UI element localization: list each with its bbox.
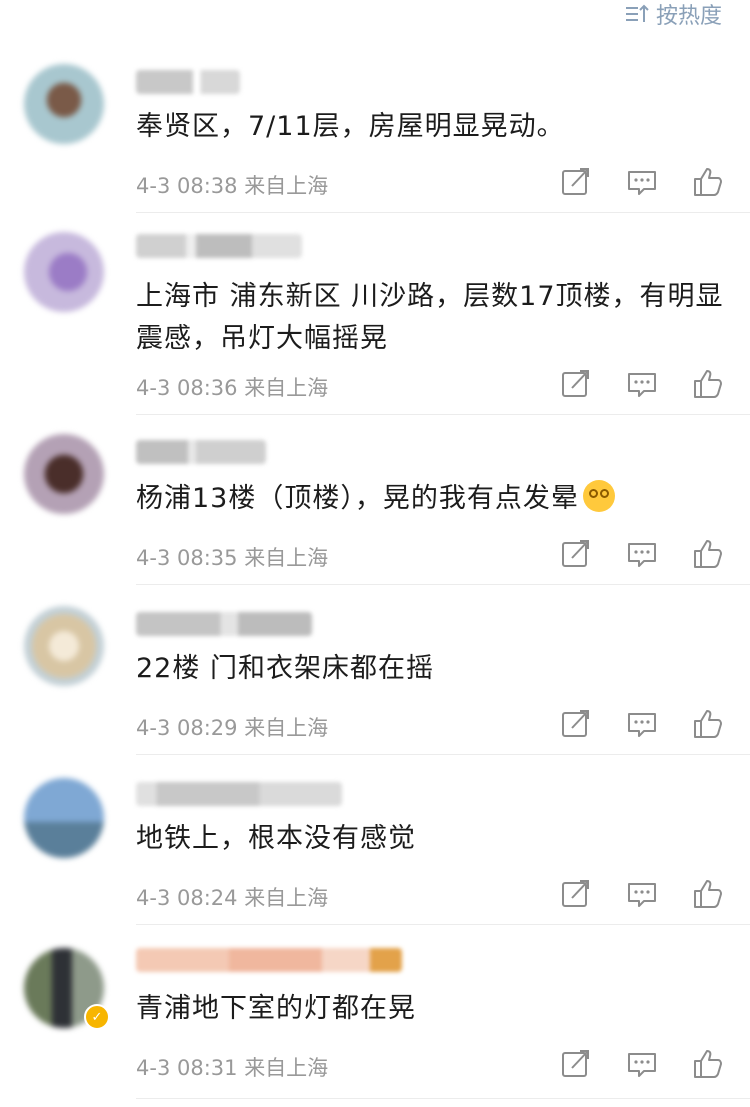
comment-text: 22楼 门和衣架床都在摇 (136, 653, 434, 684)
reply-icon[interactable] (624, 1046, 660, 1082)
username-blurred[interactable] (136, 440, 266, 464)
comment-actions (558, 876, 726, 912)
comment-meta: 4-3 08:38 来自上海 (136, 170, 328, 200)
divider (136, 924, 750, 925)
share-icon[interactable] (558, 876, 594, 912)
dizzy-face-emoji (582, 480, 615, 512)
reply-icon[interactable] (624, 164, 660, 200)
comment-time: 4-3 08:35 (136, 546, 238, 570)
reply-icon[interactable] (624, 876, 660, 912)
comment-actions (558, 536, 726, 572)
username-blurred[interactable] (136, 782, 342, 806)
like-icon[interactable] (690, 164, 726, 200)
share-icon[interactable] (558, 1046, 594, 1082)
comment-time: 4-3 08:38 (136, 174, 238, 198)
comment-meta: 4-3 08:29 来自上海 (136, 712, 328, 742)
comment-text: 杨浦13楼（顶楼），晃的我有点发晕 (136, 478, 726, 520)
comment-text: 奉贤区，7/11层，房屋明显晃动。 (136, 111, 565, 142)
comment-text: 地铁上，根本没有感觉 (136, 823, 416, 854)
reply-icon[interactable] (624, 536, 660, 572)
verified-badge-icon: ✓ (84, 1004, 110, 1030)
sort-label: 按热度 (655, 4, 722, 29)
like-icon[interactable] (690, 536, 726, 572)
username-blurred[interactable] (136, 234, 302, 258)
username-blurred[interactable] (136, 70, 240, 94)
sort-icon (625, 4, 649, 22)
comment-actions (558, 1046, 726, 1082)
avatar[interactable] (24, 434, 104, 514)
divider (136, 414, 750, 415)
comment-time: 4-3 08:36 (136, 376, 238, 400)
divider (136, 212, 750, 213)
comment-location: 来自上海 (244, 376, 329, 400)
like-icon[interactable] (690, 1046, 726, 1082)
comment-actions (558, 366, 726, 402)
comment-time: 4-3 08:24 (136, 886, 238, 910)
like-icon[interactable] (690, 706, 726, 742)
avatar[interactable] (24, 232, 104, 312)
reply-icon[interactable] (624, 366, 660, 402)
avatar[interactable] (24, 64, 104, 144)
sort-by-hot-button[interactable]: 按热度 (624, 0, 722, 29)
share-icon[interactable] (558, 536, 594, 572)
share-icon[interactable] (558, 706, 594, 742)
comment-meta: 4-3 08:24 来自上海 (136, 882, 328, 912)
comment-location: 来自上海 (244, 1056, 329, 1080)
comment-location: 来自上海 (244, 174, 329, 198)
share-icon[interactable] (558, 366, 594, 402)
like-icon[interactable] (690, 876, 726, 912)
comment-text-content: 杨浦13楼（顶楼），晃的我有点发晕 (136, 483, 579, 514)
share-icon[interactable] (558, 164, 594, 200)
divider (136, 584, 750, 585)
comment-actions (558, 164, 726, 200)
comment-location: 来自上海 (244, 716, 329, 740)
avatar[interactable] (24, 778, 104, 858)
comment-location: 来自上海 (244, 886, 329, 910)
comment-actions (558, 706, 726, 742)
avatar[interactable] (24, 606, 104, 686)
reply-icon[interactable] (624, 706, 660, 742)
comment-meta: 4-3 08:35 来自上海 (136, 542, 328, 572)
comment-meta: 4-3 08:31 来自上海 (136, 1052, 328, 1082)
comment-location: 来自上海 (244, 546, 329, 570)
like-icon[interactable] (690, 366, 726, 402)
comment-time: 4-3 08:31 (136, 1056, 238, 1080)
divider (136, 754, 750, 755)
comment-text: 青浦地下室的灯都在晃 (136, 993, 416, 1024)
divider (136, 1098, 750, 1099)
comment-time: 4-3 08:29 (136, 716, 238, 740)
username-blurred[interactable] (136, 948, 402, 972)
comment-meta: 4-3 08:36 来自上海 (136, 372, 328, 402)
comment-text: 上海市 浦东新区 川沙路，层数17顶楼，有明显震感，吊灯大幅摇晃 (136, 281, 724, 354)
username-blurred[interactable] (136, 612, 312, 636)
